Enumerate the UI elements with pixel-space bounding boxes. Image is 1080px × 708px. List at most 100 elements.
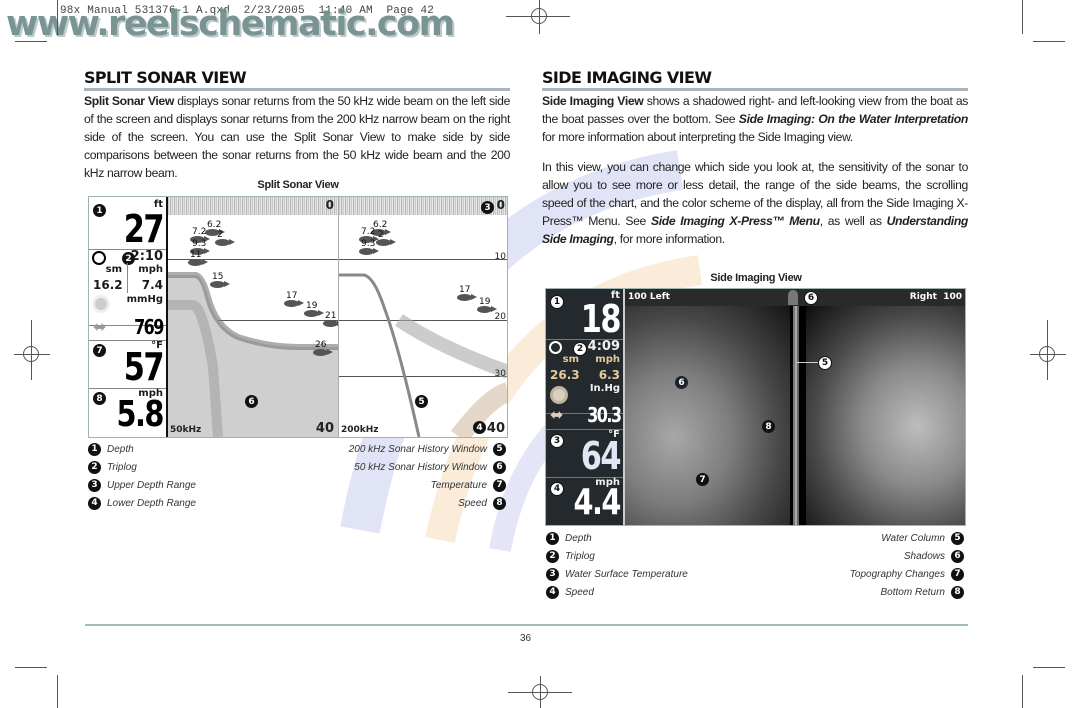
distance-unit: sm: [105, 264, 122, 275]
registration-mark-left: [14, 320, 50, 380]
speed-value: 5.8: [116, 394, 165, 435]
temperature-cell: 7 °F 57: [89, 340, 166, 389]
legend-label: Water Column: [881, 532, 945, 544]
legend-item: 1 Depth: [546, 529, 746, 547]
side-imaging-para2: In this view, you can change which side …: [542, 158, 968, 248]
temp-value: 57: [123, 345, 165, 389]
callout-1: 1: [93, 204, 106, 217]
legend-label: Triplog: [107, 461, 137, 473]
distance-value: 16.2: [93, 278, 123, 292]
fish-icon: [304, 310, 324, 317]
fish-depth-label: 21: [325, 311, 337, 321]
callout-badge: 8: [951, 585, 964, 599]
speed-value: 4.4: [573, 482, 622, 523]
fish-depth-label: 15: [212, 272, 224, 282]
reference-link: Side Imaging X-Press™ Menu: [650, 214, 820, 228]
left-side-image: [625, 306, 790, 525]
callout-7: 7: [93, 344, 106, 357]
fish-icon: [215, 239, 235, 246]
legend-item: Shadows 6: [764, 547, 964, 565]
distance-value: 26.3: [550, 368, 580, 382]
split-sonar-heading: SPLIT SONAR VIEW: [84, 68, 247, 87]
legend-item: Water Column 5: [764, 529, 964, 547]
legend-item: 3 Water Surface Temperature: [546, 565, 746, 583]
crop-mark: [1022, 0, 1023, 34]
callout-badge: 6: [951, 549, 964, 563]
fish-depth-label: 26: [315, 340, 327, 350]
fish-depth-label: 17: [286, 291, 298, 301]
fish-icon: [210, 281, 230, 288]
watermark-text: www.reelschematic.com: [6, 4, 455, 44]
speed-unit-small: mph: [595, 354, 620, 365]
legend-label: Depth: [107, 443, 134, 455]
side-imaging-heading: SIDE IMAGING VIEW: [542, 68, 712, 87]
side-imaging-legend-left: 1 Depth 2 Triplog 3 Water Surface Temperature…: [546, 529, 746, 601]
fish-depth-label: 11: [190, 250, 202, 260]
pressure-value: 769: [134, 315, 164, 339]
registration-mark-bottom: [508, 676, 572, 708]
arrows-icon: ⬌: [550, 407, 564, 424]
water-column: [790, 306, 806, 525]
right-bottom-depth: 40: [486, 421, 505, 436]
triplog-time: 2:10: [130, 249, 163, 264]
depth-tick: 20: [494, 312, 506, 322]
range-right: Right 100: [909, 292, 962, 302]
split-sonar-screen: 1 ft 27 2 2:10 sm mph 16.2 7.4 mmHg ⬌ 76…: [88, 196, 508, 438]
depth-cell: 1 ft 18: [546, 289, 623, 341]
callout-badge: 5: [951, 531, 964, 545]
side-imaging-screen: 1 ft 18 2 4:09 sm mph 26.3 6.3 In.Hg ⬌ 3…: [545, 288, 966, 526]
fish-icon: [477, 306, 497, 313]
legend-label: Topography Changes: [849, 568, 945, 580]
registration-mark-right: [1030, 320, 1066, 380]
sonar-50khz-window: 0 40 50kHz 6 6.2 7.2 2 9.3 11 15 17 19 21 26: [168, 197, 338, 437]
depth-tick: 30: [494, 369, 506, 379]
heading-rule: [84, 88, 510, 91]
split-sonar-legend-left: 1 Depth 2 Triplog 3 Upper Depth Range 4 Lower D…: [88, 440, 288, 512]
sun-icon: [553, 389, 565, 401]
legend-item: Temperature 7: [306, 476, 506, 494]
callout-4: 4: [473, 421, 486, 434]
legend-item: 2 Triplog: [546, 547, 746, 565]
clock-icon: [549, 341, 562, 354]
callout-1: 1: [550, 295, 564, 309]
pressure-value: 30.3: [586, 403, 622, 427]
callout-6-top: 6: [804, 291, 818, 305]
legend-item: Bottom Return 8: [764, 583, 964, 601]
speed-value-small: 6.3: [598, 368, 620, 382]
temperature-cell: 3 °F 64: [546, 429, 623, 478]
pressure-unit: mmHg: [126, 294, 163, 305]
intro-bold: Side Imaging View: [542, 94, 644, 108]
fish-icon: [313, 349, 333, 356]
side-imaging-intro: Side Imaging View shows a shadowed right…: [542, 92, 968, 146]
para-text: , as well as: [819, 214, 887, 228]
clock-icon: [92, 251, 106, 265]
callout-badge: 3: [546, 567, 559, 581]
depth-cell: 1 ft 27: [89, 197, 166, 251]
callout-badge: 4: [88, 496, 101, 510]
fish-icon: [457, 294, 477, 301]
legend-label: Temperature: [430, 479, 487, 491]
callout-badge: 2: [546, 549, 559, 563]
callout-badge: 1: [88, 442, 101, 456]
callout-badge: 8: [493, 496, 506, 510]
callout-badge: 3: [88, 478, 101, 492]
temp-value: 64: [580, 434, 622, 478]
crop-mark: [1033, 667, 1065, 668]
callout-5: 5: [415, 395, 428, 408]
si-range-bar: 100 Left 6 Right 100: [625, 289, 965, 306]
legend-label: Upper Depth Range: [107, 479, 196, 491]
legend-label: Lower Depth Range: [107, 497, 196, 509]
right-top-depth: 0: [496, 198, 505, 212]
callout-5: 5: [818, 356, 832, 370]
crop-mark: [15, 41, 47, 42]
arrows-icon: ⬌: [93, 319, 107, 336]
fish-icon: [323, 320, 338, 327]
right-side-image: [806, 306, 965, 525]
fish-depth-label: 19: [479, 297, 491, 307]
split-sonar-caption: Split Sonar View: [257, 179, 339, 191]
divider: [127, 263, 128, 293]
fish-icon: [284, 300, 304, 307]
legend-item: 2 Triplog: [88, 458, 288, 476]
left-top-depth: 0: [325, 198, 334, 212]
crop-mark: [1022, 675, 1023, 708]
